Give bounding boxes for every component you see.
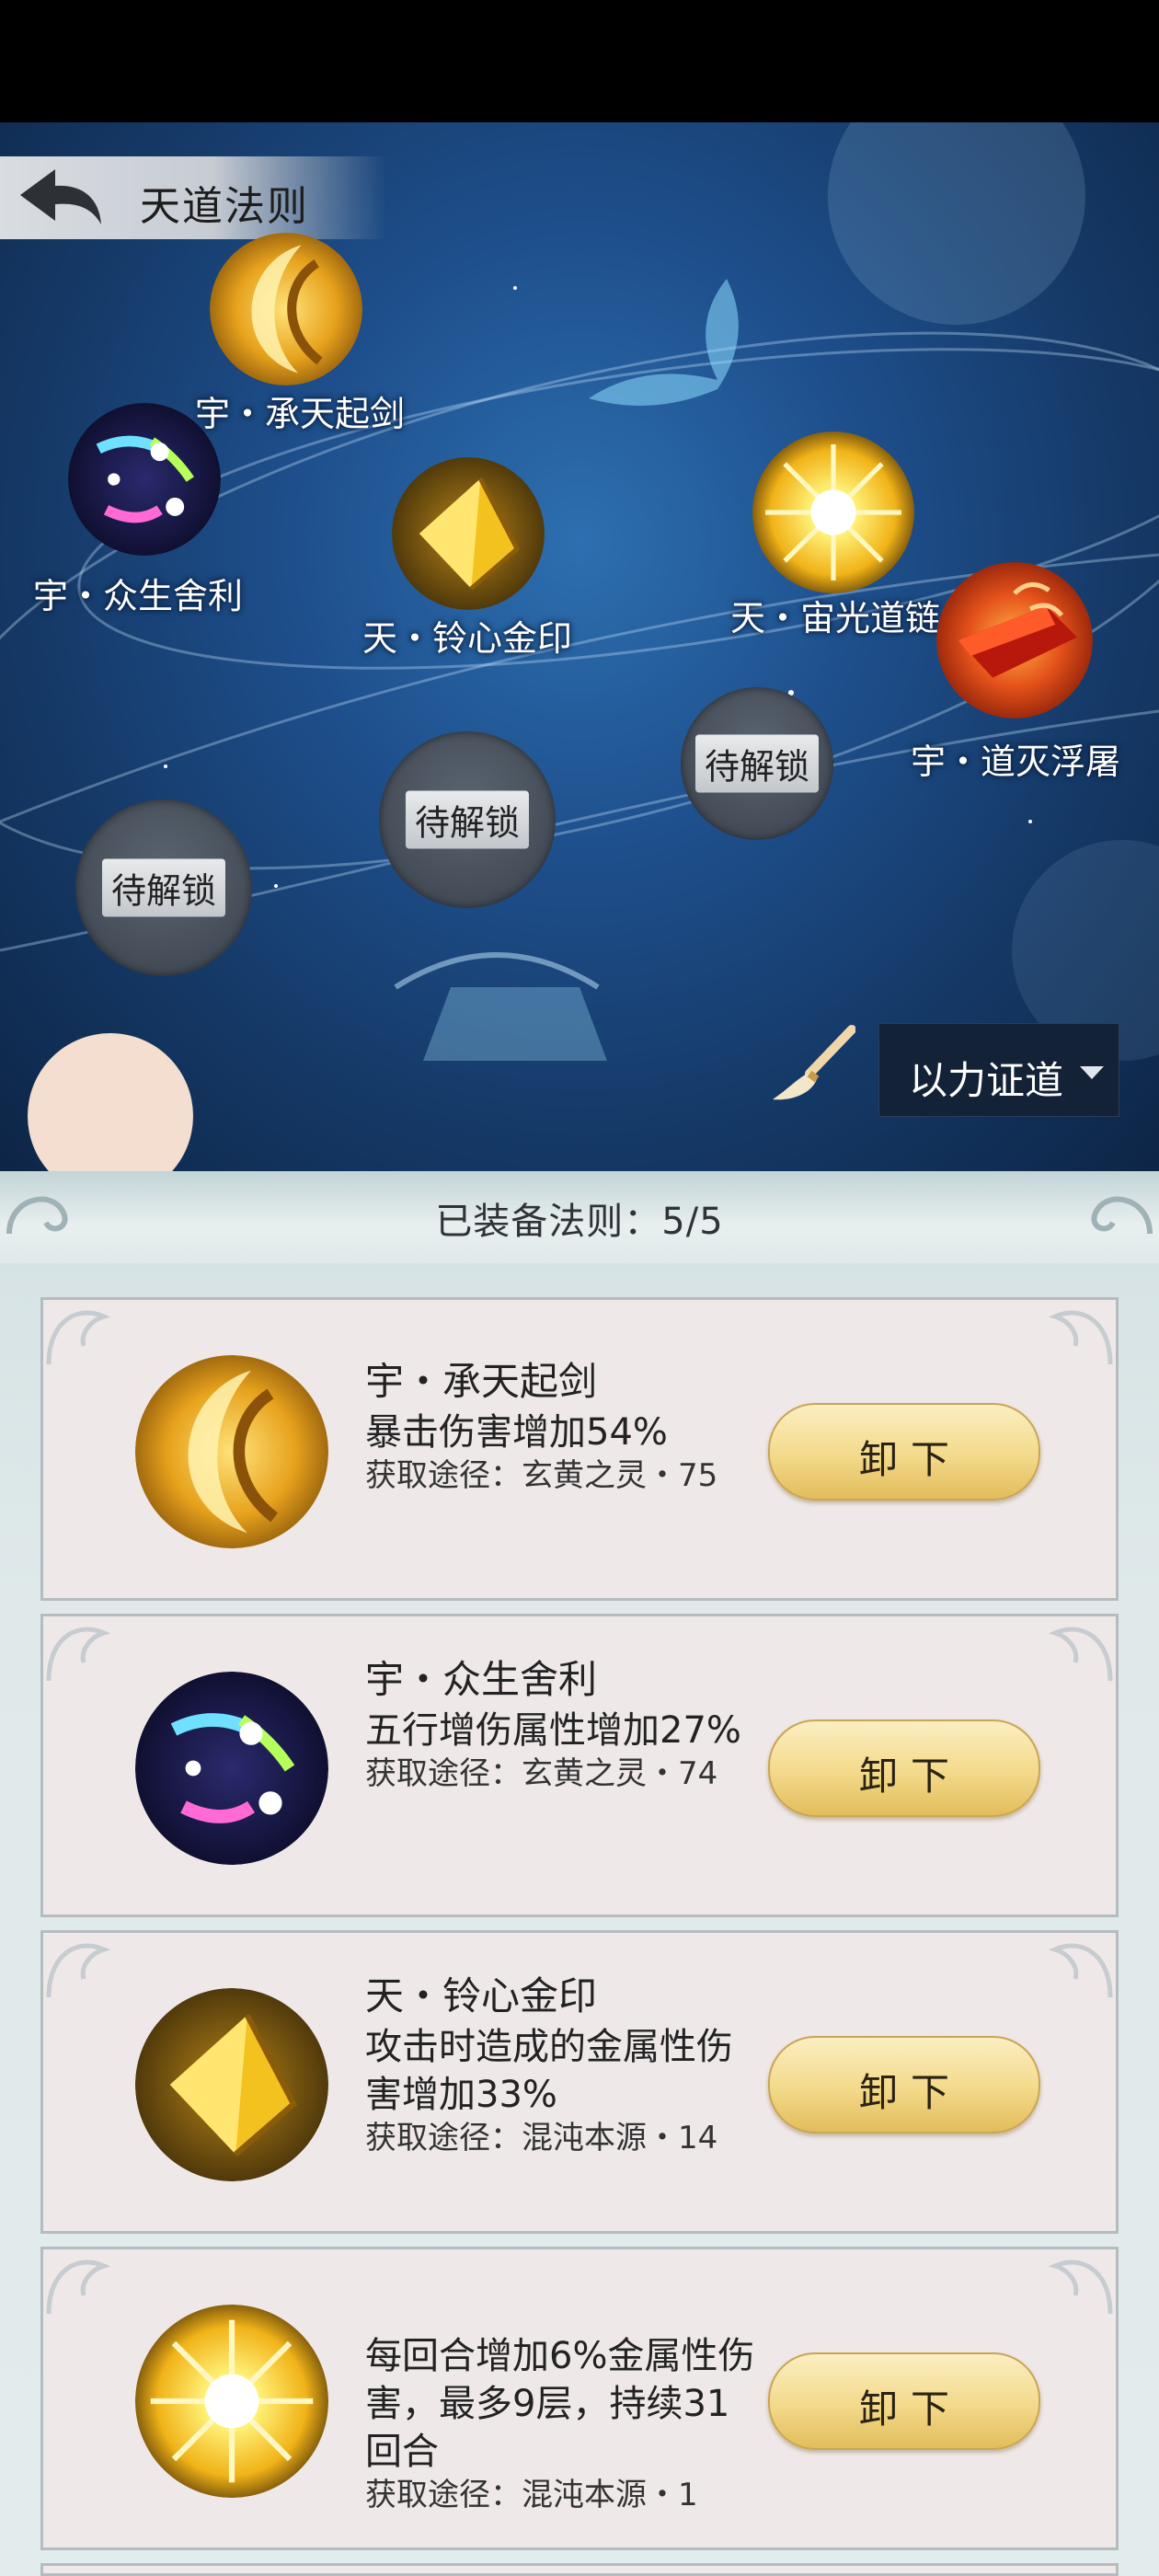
golden-crescent-icon xyxy=(135,1355,328,1548)
corner-ornament-icon xyxy=(46,1627,111,1682)
unequip-button-label: 卸下 xyxy=(858,1754,962,1799)
law-source: 获取途径：混沌本源・1 xyxy=(365,2477,698,2513)
law-effect: 每回合增加6%金属性伤害，最多9层，持续31回合 xyxy=(365,2335,755,2473)
equipped-count: 已装备法则：5/5 xyxy=(435,1201,724,1243)
filter-dropdown-label: 以力证道 xyxy=(909,1058,1064,1103)
status-bar xyxy=(0,0,1159,122)
brush-icon[interactable] xyxy=(763,1024,855,1107)
locked-slot-label: 待解锁 xyxy=(694,734,820,793)
law-card: 宇・承天起剑 暴击伤害增加54% 获取途径：玄黄之灵・75 卸下 xyxy=(40,1297,1119,1601)
gold-crystal-icon xyxy=(135,1988,328,2181)
rainbow-comet-orb-icon xyxy=(68,403,221,556)
locked-slot[interactable]: 待解锁 xyxy=(379,731,556,908)
law-source: 获取途径：玄黄之灵・74 xyxy=(365,1755,718,1792)
radiant-sun-icon xyxy=(135,2305,328,2498)
gold-crystal-icon xyxy=(392,457,545,610)
law-card-text: 每回合增加6%金属性伤害，最多9层，持续31回合 获取途径：混沌本源・1 xyxy=(365,2332,761,2516)
law-effect: 暴击伤害增加54% xyxy=(365,1411,668,1454)
corner-ornament-icon xyxy=(1048,1310,1113,1365)
locked-slot[interactable]: 待解锁 xyxy=(75,799,252,976)
law-source: 获取途径：玄黄之灵・75 xyxy=(365,1457,718,1494)
filter-dropdown[interactable]: 以力证道 xyxy=(878,1023,1119,1117)
locked-slot-label: 待解锁 xyxy=(405,790,530,849)
node-label: 天・宙光道链 xyxy=(729,598,941,638)
law-card-text: 宇・承天起剑 暴击伤害增加54% 获取途径：玄黄之灵・75 xyxy=(365,1355,761,1562)
equipped-laws-panel: 已装备法则：5/5 宇・承天起剑 暴击伤害增加54% 获取途径：玄黄之灵・75 … xyxy=(0,1171,1159,2576)
unequip-button-label: 卸下 xyxy=(858,1437,962,1482)
fire-gem-icon xyxy=(936,562,1093,719)
law-card-text: 天・铃心金印 攻击时造成的金属性伤害增加33% 获取途径：混沌本源・14 xyxy=(365,1970,761,2195)
corner-ornament-icon xyxy=(1048,2260,1113,2315)
unequip-button[interactable]: 卸下 xyxy=(768,2036,1040,2133)
locked-slot[interactable]: 待解锁 xyxy=(681,687,833,840)
unequip-button[interactable]: 卸下 xyxy=(768,1403,1040,1501)
locked-slot-label: 待解锁 xyxy=(101,858,226,917)
node-label: 宇・承天起剑 xyxy=(194,394,406,434)
law-name: 天・铃心金印 xyxy=(365,1973,598,2018)
node-label: 天・铃心金印 xyxy=(361,618,573,659)
corner-ornament-icon xyxy=(46,2260,111,2315)
law-name: 宇・众生舍利 xyxy=(365,1657,598,1702)
law-effect: 五行增伤属性增加27% xyxy=(365,1709,741,1752)
caret-down-icon xyxy=(1080,1066,1104,1079)
node-label: 宇・众生舍利 xyxy=(32,576,244,616)
unequip-button-label: 卸下 xyxy=(858,2070,962,2115)
unequip-button[interactable]: 卸下 xyxy=(768,2352,1040,2450)
radiant-sun-icon xyxy=(752,431,914,593)
law-name: 宇・承天起剑 xyxy=(365,1359,598,1404)
corner-ornament-icon xyxy=(1048,1627,1113,1682)
header-bar: 天道法则 xyxy=(0,156,386,239)
law-card xyxy=(40,2563,1119,2576)
node-label: 宇・道灭浮屠 xyxy=(910,742,1121,782)
star-map: 天道法则 宇・承天起剑 宇・众生舍利 天・铃心金印 天・宙光道链 宇・道灭浮屠 … xyxy=(0,122,1159,1171)
law-source: 获取途径：混沌本源・14 xyxy=(365,2120,718,2156)
back-arrow-icon[interactable] xyxy=(13,164,105,232)
unequip-button-label: 卸下 xyxy=(858,2386,962,2432)
corner-ornament-icon xyxy=(46,1943,111,1998)
law-card-text: 宇・众生舍利 五行增伤属性增加27% 获取途径：玄黄之灵・74 xyxy=(365,1653,761,1879)
rainbow-comet-orb-icon xyxy=(135,1672,328,1865)
corner-ornament-icon xyxy=(46,1310,111,1365)
law-card: 天・铃心金印 攻击时造成的金属性伤害增加33% 获取途径：混沌本源・14 卸下 xyxy=(40,1930,1119,2234)
law-card: 每回合增加6%金属性伤害，最多9层，持续31回合 获取途径：混沌本源・1 卸下 xyxy=(40,2247,1119,2550)
unequip-button[interactable]: 卸下 xyxy=(768,1719,1040,1817)
golden-crescent-icon xyxy=(210,233,362,385)
corner-ornament-icon xyxy=(1048,1943,1113,1998)
law-card: 宇・众生舍利 五行增伤属性增加27% 获取途径：玄黄之灵・74 卸下 xyxy=(40,1614,1119,1917)
page-title: 天道法则 xyxy=(140,183,309,230)
law-effect: 攻击时造成的金属性伤害增加33% xyxy=(365,2026,733,2116)
panel-header: 已装备法则：5/5 xyxy=(0,1171,1159,1263)
